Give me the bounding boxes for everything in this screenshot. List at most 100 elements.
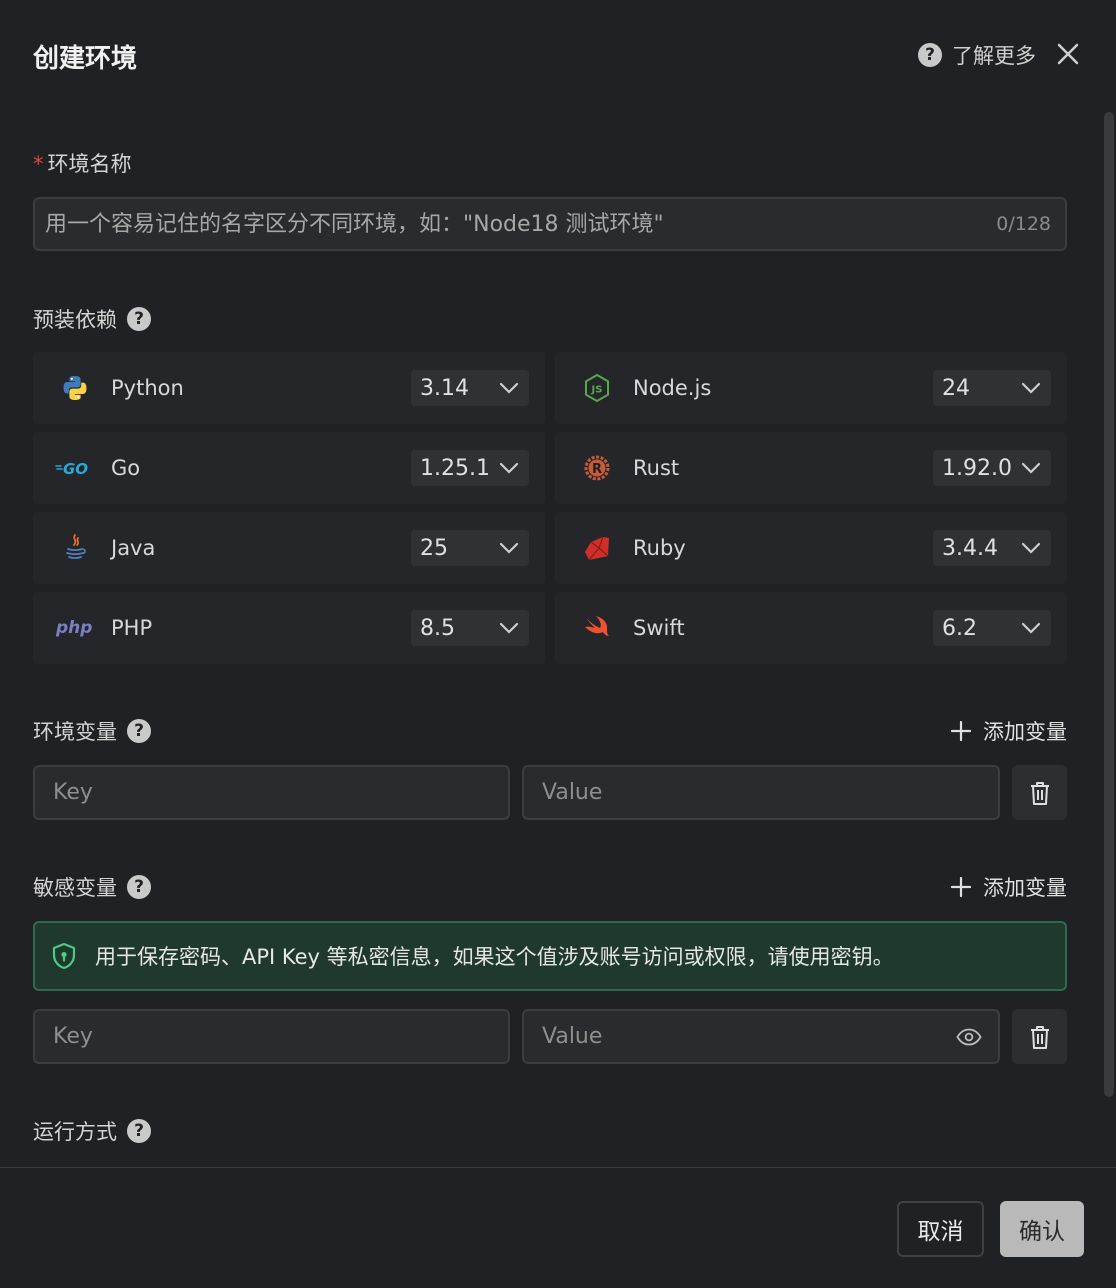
chevron-down-icon [499,622,519,634]
env-name-field[interactable]: 0/128 [33,197,1067,251]
svg-text:JS: JS [591,385,603,396]
chevron-down-icon [1021,542,1041,554]
dep-swift: Swift 6.2 [555,592,1067,664]
secret-vars-label: 敏感变量 ? [33,872,151,902]
php-icon: php [53,606,97,650]
version-value: 8.5 [420,615,455,641]
version-select[interactable]: 25 [411,530,529,566]
required-marker: * [33,152,44,176]
secret-key-field[interactable] [33,1009,510,1064]
env-key-input[interactable] [51,779,492,806]
learn-more-label: 了解更多 [952,44,1036,68]
delete-secret-var-button[interactable] [1012,1009,1067,1064]
chevron-down-icon [499,462,519,474]
run-mode-label: 运行方式 ? [33,1116,151,1146]
env-name-label: * 环境名称 [33,148,132,178]
svg-text:php: php [55,618,92,638]
version-value: 6.2 [942,615,977,641]
secret-value-field[interactable] [522,1009,1000,1064]
chevron-down-icon [499,382,519,394]
help-icon: ? [918,43,942,67]
rust-icon: R [575,446,619,490]
swift-icon [575,606,619,650]
version-select[interactable]: 3.14 [411,370,529,406]
dep-rust: R Rust 1.92.0 [555,432,1067,504]
env-vars-label-text: 环境变量 [33,720,117,744]
chevron-down-icon [1021,622,1041,634]
svg-text:R: R [592,462,602,477]
dep-java: Java 25 [33,512,545,584]
add-env-var-button[interactable]: 添加变量 [951,716,1067,746]
create-environment-dialog: 创建环境 ? 了解更多 *环境名称 0/128 预装依赖 ? [0,0,1116,1288]
add-var-label: 添加变量 [983,720,1067,744]
env-value-input[interactable] [540,779,982,806]
cancel-button[interactable]: 取消 [897,1201,984,1257]
dep-python: Python 3.14 [33,352,545,424]
version-select[interactable]: 1.92.0 [933,450,1051,486]
java-icon [53,526,97,570]
help-icon[interactable]: ? [127,1119,151,1143]
version-select[interactable]: 3.4.4 [933,530,1051,566]
plus-icon [951,721,971,741]
char-counter: 0/128 [996,213,1051,235]
secret-value-input[interactable] [540,1023,956,1050]
learn-more-link[interactable]: ? 了解更多 [918,40,1036,70]
run-mode-label-text: 运行方式 [33,1120,117,1144]
dep-name: Node.js [633,376,712,400]
dep-name: Java [111,536,156,560]
secret-vars-label-text: 敏感变量 [33,876,117,900]
version-select[interactable]: 1.25.1 [411,450,529,486]
python-icon [53,366,97,410]
dep-name: PHP [111,616,153,640]
chevron-down-icon [499,542,519,554]
add-var-label: 添加变量 [983,876,1067,900]
add-secret-var-button[interactable]: 添加变量 [951,872,1067,902]
dep-ruby: Ruby 3.4.4 [555,512,1067,584]
confirm-button[interactable]: 确认 [1000,1201,1084,1257]
version-value: 25 [420,535,448,561]
version-value: 1.92.0 [942,455,1012,481]
env-value-field[interactable] [522,765,1000,820]
help-icon[interactable]: ? [127,875,151,899]
deps-label-text: 预装依赖 [33,308,117,332]
env-name-input[interactable] [43,210,997,238]
chevron-down-icon [1021,462,1041,474]
dep-name: Ruby [633,536,686,560]
secret-notice: 用于保存密码、API Key 等私密信息，如果这个值涉及账号访问或权限，请使用密… [33,921,1067,991]
trash-icon [1030,781,1049,805]
version-value: 24 [942,375,970,401]
secret-key-input[interactable] [51,1023,492,1050]
dep-name: Python [111,376,184,400]
dep-name: Go [111,456,141,480]
dialog-title: 创建环境 [33,44,138,74]
version-select[interactable]: 6.2 [933,610,1051,646]
notice-text: 用于保存密码、API Key 等私密信息，如果这个值涉及账号访问或权限，请使用密… [95,945,894,969]
version-value: 3.14 [420,375,469,401]
trash-icon [1030,1025,1049,1049]
version-value: 3.4.4 [942,535,998,561]
scrollbar[interactable] [1104,112,1114,1097]
go-icon: GO [53,446,97,490]
deps-label: 预装依赖 ? [33,304,151,334]
dep-php: php PHP 8.5 [33,592,545,664]
nodejs-icon: JS [575,366,619,410]
env-vars-label: 环境变量 ? [33,716,151,746]
help-icon[interactable]: ? [127,719,151,743]
chevron-down-icon [1021,382,1041,394]
dep-go: GO Go 1.25.1 [33,432,545,504]
version-value: 1.25.1 [420,455,490,481]
version-select[interactable]: 24 [933,370,1051,406]
help-icon[interactable]: ? [127,307,151,331]
ruby-icon [575,526,619,570]
version-select[interactable]: 8.5 [411,610,529,646]
svg-text:GO: GO [63,460,88,478]
plus-icon [951,877,971,897]
delete-env-var-button[interactable] [1012,765,1067,820]
shield-icon [52,942,76,970]
dep-nodejs: JS Node.js 24 [555,352,1067,424]
eye-icon[interactable] [956,1028,982,1046]
dep-name: Rust [633,456,680,480]
env-name-label-text: 环境名称 [47,152,132,176]
env-key-field[interactable] [33,765,510,820]
close-icon[interactable] [1054,40,1082,68]
